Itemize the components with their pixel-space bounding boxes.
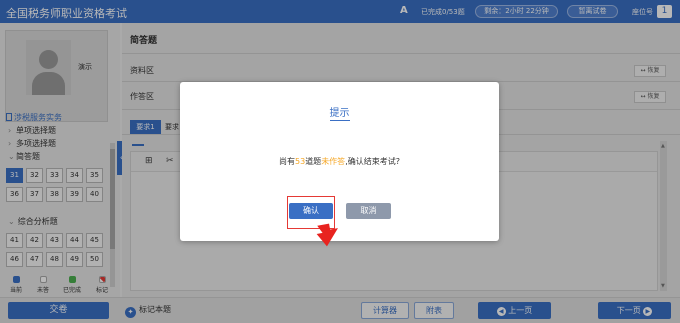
confirm-dialog: 提示 尚有53道题未作答,确认结束考试? 确认 取消 bbox=[180, 82, 499, 241]
confirm-button[interactable]: 确认 bbox=[289, 203, 333, 219]
message-suffix: ,确认结束考试? bbox=[345, 157, 400, 166]
dialog-title-text: 提示 bbox=[329, 108, 350, 121]
unanswered-count: 53 bbox=[295, 157, 306, 166]
message-mid: 道题 bbox=[305, 157, 322, 166]
dialog-message: 尚有53道题未作答,确认结束考试? bbox=[180, 156, 499, 167]
cancel-button[interactable]: 取消 bbox=[346, 203, 391, 219]
pointer-arrow-icon bbox=[316, 223, 338, 247]
unanswered-text: 未作答 bbox=[321, 157, 346, 166]
message-prefix: 尚有 bbox=[279, 157, 295, 166]
dialog-title: 提示 bbox=[180, 104, 499, 121]
